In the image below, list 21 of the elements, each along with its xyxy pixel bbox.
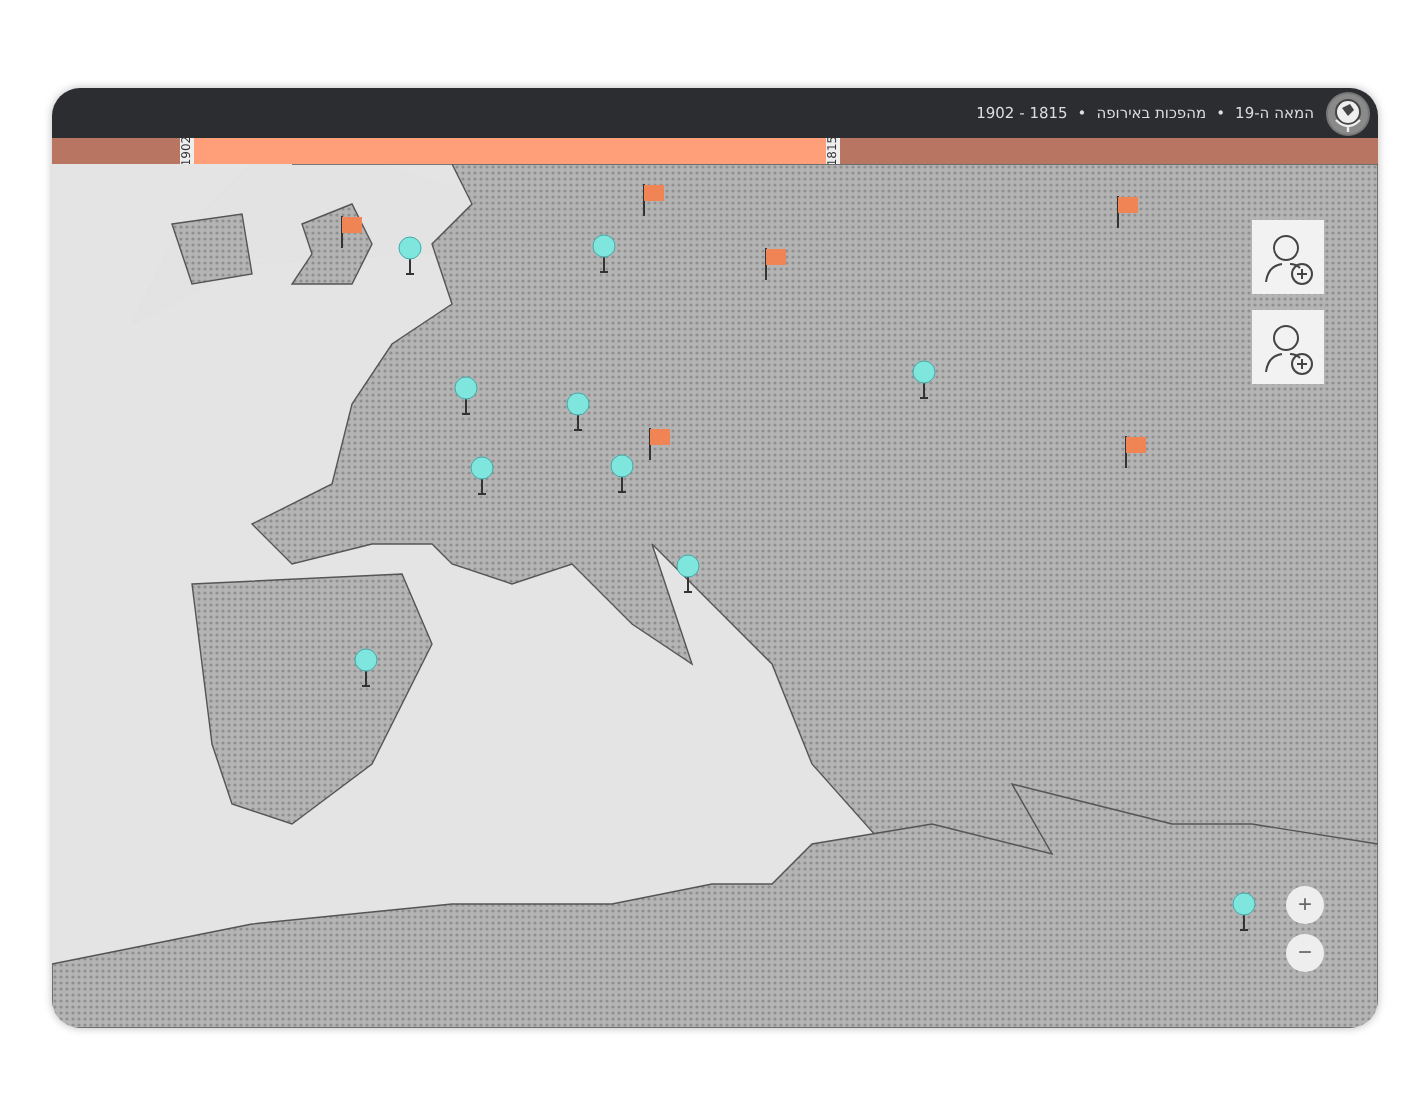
map-pin-icon[interactable] <box>912 360 936 400</box>
person-add-icon <box>1260 229 1316 285</box>
map-pin-icon[interactable] <box>566 392 590 432</box>
person-add-icon <box>1260 319 1316 375</box>
add-person-button[interactable] <box>1252 220 1324 294</box>
map-pin-icon[interactable] <box>592 234 616 274</box>
add-person-button[interactable] <box>1252 310 1324 384</box>
flag-icon[interactable] <box>764 248 788 280</box>
map-pin-icon[interactable] <box>454 376 478 416</box>
map-pin-icon[interactable] <box>470 456 494 496</box>
flag-icon[interactable] <box>340 216 364 248</box>
flag-icon[interactable] <box>642 184 666 216</box>
map-pin-icon[interactable] <box>354 648 378 688</box>
flag-icon[interactable] <box>1116 196 1140 228</box>
map-pin-icon[interactable] <box>676 554 700 594</box>
flag-icon[interactable] <box>648 428 672 460</box>
flag-icon[interactable] <box>1124 436 1148 468</box>
map-pin-icon[interactable] <box>610 454 634 494</box>
map-pin-icon[interactable] <box>398 236 422 276</box>
map-pin-icon[interactable] <box>1232 892 1256 932</box>
globe-logo-icon <box>1326 91 1370 135</box>
